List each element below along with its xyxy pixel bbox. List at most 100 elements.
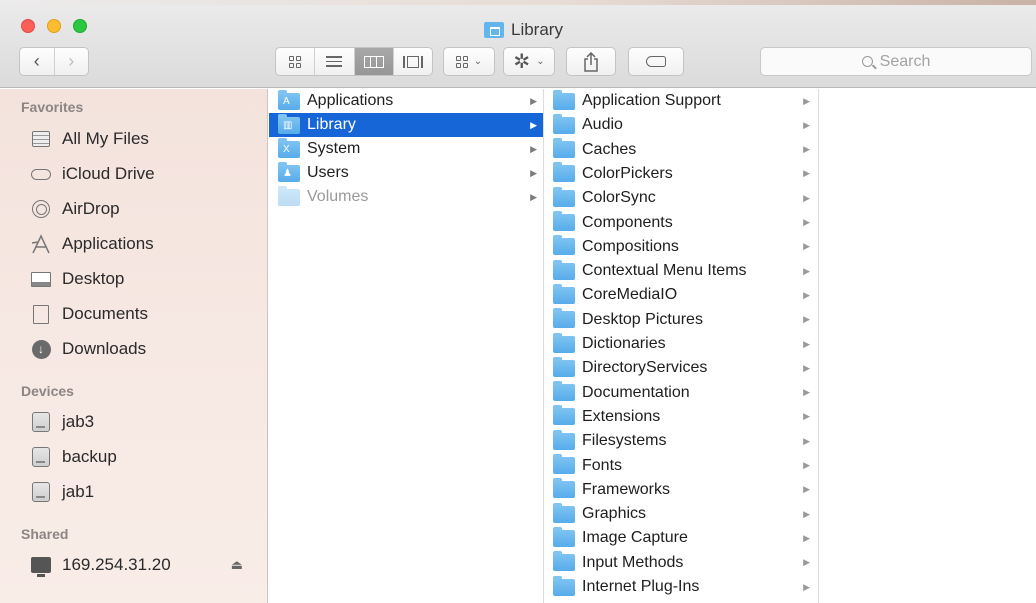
list-item[interactable]: Graphics ▶ — [545, 502, 818, 526]
folder-icon — [278, 185, 300, 206]
library-folder-icon — [484, 22, 504, 38]
list-item[interactable]: Image Capture ▶ — [545, 526, 818, 550]
icon-view-button[interactable] — [276, 48, 316, 75]
search-placeholder: Search — [879, 52, 931, 70]
tags-button[interactable] — [628, 47, 684, 76]
list-item[interactable]: Fonts ▶ — [545, 454, 818, 478]
finder-window: Library ‹ › ⌄ ✲ ⌄ Search Favorites All M… — [0, 0, 1036, 603]
gear-icon: ✲ — [513, 51, 531, 73]
eject-icon[interactable]: ⏏ — [231, 557, 243, 573]
item-label: Filesystems — [582, 432, 667, 450]
list-item-system[interactable]: X System ▶ — [269, 137, 543, 161]
folder-icon — [553, 162, 575, 183]
arrange-button[interactable]: ⌄ — [443, 47, 495, 76]
item-label: Audio — [582, 116, 623, 134]
action-button[interactable]: ✲ ⌄ — [503, 47, 555, 76]
sidebar-item-all-my-files[interactable]: All My Files — [30, 124, 255, 154]
search-icon — [861, 56, 873, 67]
disclosure-arrow-icon: ▶ — [530, 191, 537, 202]
sidebar-item-jab1[interactable]: jab1 — [30, 477, 255, 507]
list-item[interactable]: ColorPickers ▶ — [545, 162, 818, 186]
folder-icon — [553, 113, 575, 134]
list-item-users[interactable]: ♟ Users ▶ — [269, 161, 543, 185]
applications-icon — [30, 234, 52, 254]
list-item[interactable]: Compositions ▶ — [545, 235, 818, 259]
list-item[interactable]: Internet Plug-Ins ▶ — [545, 575, 818, 599]
sidebar-item-downloads[interactable]: ↓ Downloads — [30, 334, 255, 364]
disclosure-arrow-icon: ▶ — [803, 508, 810, 519]
sidebar-item-label: jab3 — [62, 412, 95, 431]
folder-icon — [553, 429, 575, 450]
close-window-button[interactable] — [21, 19, 35, 33]
chevron-down-icon: ⌄ — [536, 56, 545, 67]
list-item[interactable]: Components ▶ — [545, 211, 818, 235]
disclosure-arrow-icon: ▶ — [803, 168, 810, 179]
list-item-applications[interactable]: A Applications ▶ — [269, 89, 543, 113]
list-item[interactable]: Application Support ▶ — [545, 89, 818, 113]
item-label: Volumes — [307, 188, 369, 205]
icon-view-icon — [289, 55, 302, 68]
sidebar-item-label: 169.254.31.20 — [62, 555, 171, 574]
item-label: Image Capture — [582, 529, 688, 547]
item-label: Compositions — [582, 237, 679, 255]
sidebar-item-applications[interactable]: Applications — [30, 229, 255, 259]
list-item[interactable]: Desktop Pictures ▶ — [545, 308, 818, 332]
list-item[interactable]: Caches ▶ — [545, 138, 818, 162]
sidebar-item-label: iCloud Drive — [62, 164, 155, 183]
disclosure-arrow-icon: ▶ — [803, 338, 810, 349]
disclosure-arrow-icon: ▶ — [530, 119, 537, 130]
sidebar-item-documents[interactable]: Documents — [30, 299, 255, 329]
favorites-header: Favorites — [21, 99, 84, 115]
sidebar-item-shared-server[interactable]: 169.254.31.20 ⏏ — [30, 550, 255, 580]
column-view-button[interactable] — [354, 48, 394, 75]
minimize-window-button[interactable] — [47, 19, 61, 33]
disclosure-arrow-icon: ▶ — [530, 95, 537, 106]
folder-icon — [553, 405, 575, 426]
item-label: Dictionaries — [582, 335, 666, 352]
item-label: DirectoryServices — [582, 359, 708, 377]
list-item[interactable]: Contextual Menu Items ▶ — [545, 259, 818, 283]
tag-icon — [646, 56, 666, 67]
sidebar-item-airdrop[interactable]: AirDrop — [30, 194, 255, 224]
sidebar-item-label: jab1 — [62, 482, 95, 501]
folder-icon — [553, 526, 575, 547]
sidebar-item-backup[interactable]: backup — [30, 442, 255, 472]
list-item[interactable]: Extensions ▶ — [545, 405, 818, 429]
back-button[interactable]: ‹ — [20, 48, 54, 75]
item-label: Library — [307, 116, 356, 133]
list-item[interactable]: Documentation ▶ — [545, 381, 818, 405]
sidebar-item-jab3[interactable]: jab3 — [30, 407, 255, 437]
window-title-text: Library — [511, 20, 563, 39]
share-button[interactable] — [566, 47, 616, 76]
cloud-icon — [30, 164, 52, 184]
downloads-icon: ↓ — [30, 339, 52, 359]
item-label: Users — [307, 164, 349, 181]
list-item[interactable]: Dictionaries ▶ — [545, 332, 818, 356]
list-item[interactable]: DirectoryServices ▶ — [545, 356, 818, 380]
list-item[interactable]: Filesystems ▶ — [545, 429, 818, 453]
list-view-button[interactable] — [315, 48, 355, 75]
list-item[interactable]: Audio ▶ — [545, 113, 818, 137]
item-label: CoreMediaIO — [582, 286, 678, 304]
cover-flow-icon — [402, 55, 423, 68]
forward-button[interactable]: › — [55, 48, 89, 75]
users-folder-icon: ♟ — [278, 161, 300, 182]
cover-flow-button[interactable] — [394, 48, 432, 75]
disclosure-arrow-icon: ▶ — [803, 95, 810, 106]
list-item[interactable]: Frameworks ▶ — [545, 478, 818, 502]
sidebar-item-desktop[interactable]: Desktop — [30, 264, 255, 294]
list-item[interactable]: ColorSync ▶ — [545, 186, 818, 210]
sidebar: Favorites All My Files iCloud Drive AirD… — [0, 89, 268, 603]
sidebar-item-icloud-drive[interactable]: iCloud Drive — [30, 159, 255, 189]
window-top-edge — [0, 0, 1036, 5]
list-item-library[interactable]: ▥ Library ▶ — [269, 113, 543, 137]
disclosure-arrow-icon: ▶ — [803, 362, 810, 373]
list-item-volumes[interactable]: Volumes ▶ — [269, 185, 543, 209]
item-label: Contextual Menu Items — [582, 262, 747, 280]
list-view-icon — [326, 56, 343, 67]
list-item[interactable]: Input Methods ▶ — [545, 551, 818, 575]
item-label: Components — [582, 213, 673, 231]
zoom-window-button[interactable] — [73, 19, 87, 33]
list-item[interactable]: CoreMediaIO ▶ — [545, 283, 818, 307]
search-input[interactable]: Search — [760, 47, 1032, 76]
